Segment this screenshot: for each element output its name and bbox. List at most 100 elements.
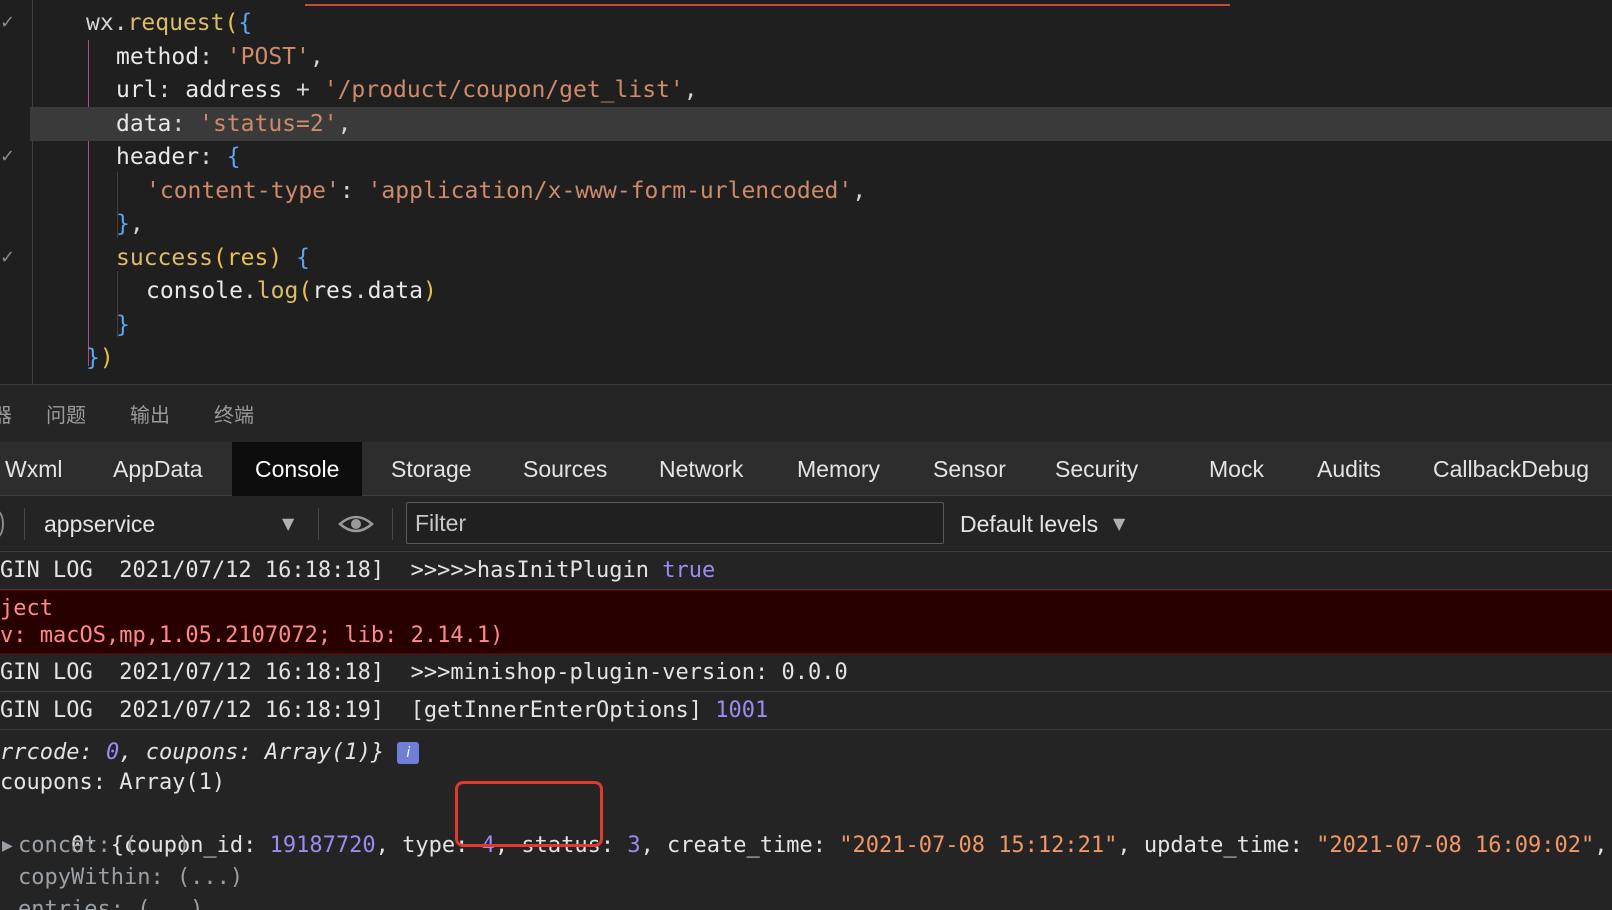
- log-entry: GIN LOG 2021/07/12 16:18:19] [getInnerEn…: [0, 692, 1612, 730]
- code-token: ,: [337, 111, 352, 137]
- code-token: (: [298, 278, 313, 304]
- code-token: res: [226, 245, 269, 271]
- status-highlight-box: [455, 781, 603, 847]
- tab-storage[interactable]: Storage: [391, 442, 472, 496]
- tab-sensor[interactable]: Sensor: [933, 442, 1006, 496]
- code-token: }: [116, 312, 130, 338]
- code-token: }: [116, 211, 130, 237]
- code-token: wx: [86, 10, 114, 36]
- code-line[interactable]: console.log(res.data): [0, 274, 1612, 308]
- tab-memory[interactable]: Memory: [797, 442, 880, 496]
- fold-check-icon[interactable]: ✓: [0, 6, 18, 40]
- code-token: }: [86, 345, 100, 371]
- tab-output[interactable]: 输出: [130, 399, 170, 428]
- code-line[interactable]: }): [0, 341, 1612, 375]
- tab-security[interactable]: Security: [1055, 442, 1138, 496]
- array-method[interactable]: concat: (...): [0, 830, 1612, 862]
- code-token: method: [116, 44, 200, 70]
- code-line[interactable]: 'content-type': 'application/x-www-form-…: [0, 174, 1612, 208]
- log-levels-select[interactable]: Default levels: [960, 506, 1098, 542]
- code-token: 'POST': [226, 44, 310, 70]
- toolbar-divider: [318, 508, 319, 540]
- code-line[interactable]: url: address + '/product/coupon/get_list…: [0, 73, 1612, 107]
- fold-check-icon[interactable]: ✓: [0, 140, 18, 174]
- tab-wxml[interactable]: Wxml: [5, 442, 62, 496]
- code-token: :: [199, 44, 227, 70]
- code-token: success: [116, 245, 213, 271]
- code-token: +: [282, 77, 324, 103]
- code-line[interactable]: ✓ wx.request({: [0, 6, 1612, 40]
- code-line[interactable]: ✓ success(res) {: [0, 241, 1612, 275]
- chevron-down-icon[interactable]: ▼: [1113, 506, 1125, 542]
- tab-console[interactable]: Console: [232, 442, 363, 496]
- code-text: url: address + '/product/coupon/get_list…: [116, 73, 698, 107]
- info-icon[interactable]: i: [397, 742, 420, 764]
- context-select[interactable]: appservice: [28, 506, 308, 542]
- code-token: .: [353, 278, 368, 304]
- code-text: },: [116, 207, 144, 241]
- clear-console-icon[interactable]: [0, 510, 4, 538]
- chevron-down-icon[interactable]: ▼: [282, 504, 294, 544]
- tab-mock[interactable]: Mock: [1209, 442, 1264, 496]
- panel-tab-bar: 器 问题 输出 终端: [0, 384, 1612, 442]
- code-token: res: [312, 278, 354, 304]
- code-token: :: [171, 111, 200, 137]
- array-method[interactable]: copyWithin: (...): [0, 862, 1612, 894]
- toolbar-divider: [24, 508, 25, 540]
- tab-callbackdebug[interactable]: CallbackDebug: [1433, 442, 1589, 496]
- code-token: ,: [129, 211, 144, 237]
- code-token: :: [199, 144, 227, 170]
- code-token: url: [116, 77, 158, 103]
- code-token: (: [224, 10, 239, 36]
- code-text: header: {: [116, 140, 241, 174]
- filter-input[interactable]: [406, 502, 944, 544]
- object-summary[interactable]: rrcode: 0, coupons: Array(1)} i: [0, 738, 1612, 768]
- code-token: request: [127, 10, 225, 36]
- code-text: success(res) {: [116, 241, 310, 275]
- code-token: 'status=2': [199, 111, 338, 137]
- code-token: address: [185, 77, 283, 103]
- coupon-item[interactable]: ▶ 0: {coupon_id: 19187720, type: 4, statu…: [0, 798, 1612, 858]
- code-token: 'application/x-www-form-urlencoded': [367, 178, 853, 204]
- devtools-tab-bar: Wxml AppData Console Storage Sources Net…: [0, 442, 1612, 496]
- tab-debugger[interactable]: 器: [0, 399, 12, 428]
- fold-check-icon[interactable]: ✓: [0, 241, 18, 275]
- error-entry: ject v: macOS,mp,1.05.2107072; lib: 2.14.…: [0, 590, 1612, 654]
- code-token: .: [113, 10, 128, 36]
- code-text: }): [86, 341, 114, 375]
- tab-appdata[interactable]: AppData: [113, 442, 203, 496]
- code-line[interactable]: }: [0, 308, 1612, 342]
- code-token: ,: [309, 44, 324, 70]
- tab-terminal[interactable]: 终端: [214, 399, 254, 428]
- eye-icon[interactable]: [338, 512, 374, 536]
- coupons-property[interactable]: coupons: Array(1): [0, 768, 1612, 798]
- code-text: }: [116, 308, 130, 342]
- log-entry: GIN LOG 2021/07/12 16:18:18] >>>>>hasIni…: [0, 552, 1612, 590]
- code-token: (: [212, 245, 227, 271]
- log-entry: GIN LOG 2021/07/12 16:18:18] >>>minishop…: [0, 654, 1612, 692]
- code-text: method: 'POST',: [116, 40, 324, 74]
- tab-problems[interactable]: 问题: [46, 399, 86, 428]
- code-token: ,: [852, 178, 867, 204]
- code-line[interactable]: data: 'status=2',: [30, 107, 1612, 141]
- code-line[interactable]: ✓ header: {: [0, 140, 1612, 174]
- code-token: .: [242, 278, 257, 304]
- code-token: {: [226, 144, 241, 170]
- array-method[interactable]: entries: (...): [0, 894, 1612, 910]
- code-token: ): [423, 278, 437, 304]
- code-token: data: [116, 111, 172, 137]
- code-token: ): [99, 345, 114, 371]
- code-token: 'content-type': [146, 178, 340, 204]
- code-token: ): [268, 245, 283, 271]
- code-line[interactable]: },: [0, 207, 1612, 241]
- toolbar-divider: [392, 508, 393, 540]
- tab-network[interactable]: Network: [659, 442, 743, 496]
- code-editor[interactable]: ✓ wx.request({method: 'POST', url: address…: [0, 0, 1612, 384]
- console-toolbar: appservice ▼ Default levels ▼: [0, 496, 1612, 552]
- code-token: :: [157, 77, 186, 103]
- code-token: :: [339, 178, 368, 204]
- tab-audits[interactable]: Audits: [1317, 442, 1381, 496]
- code-line[interactable]: method: 'POST',: [0, 40, 1612, 74]
- tab-sources[interactable]: Sources: [523, 442, 607, 496]
- code-token: header: [116, 144, 200, 170]
